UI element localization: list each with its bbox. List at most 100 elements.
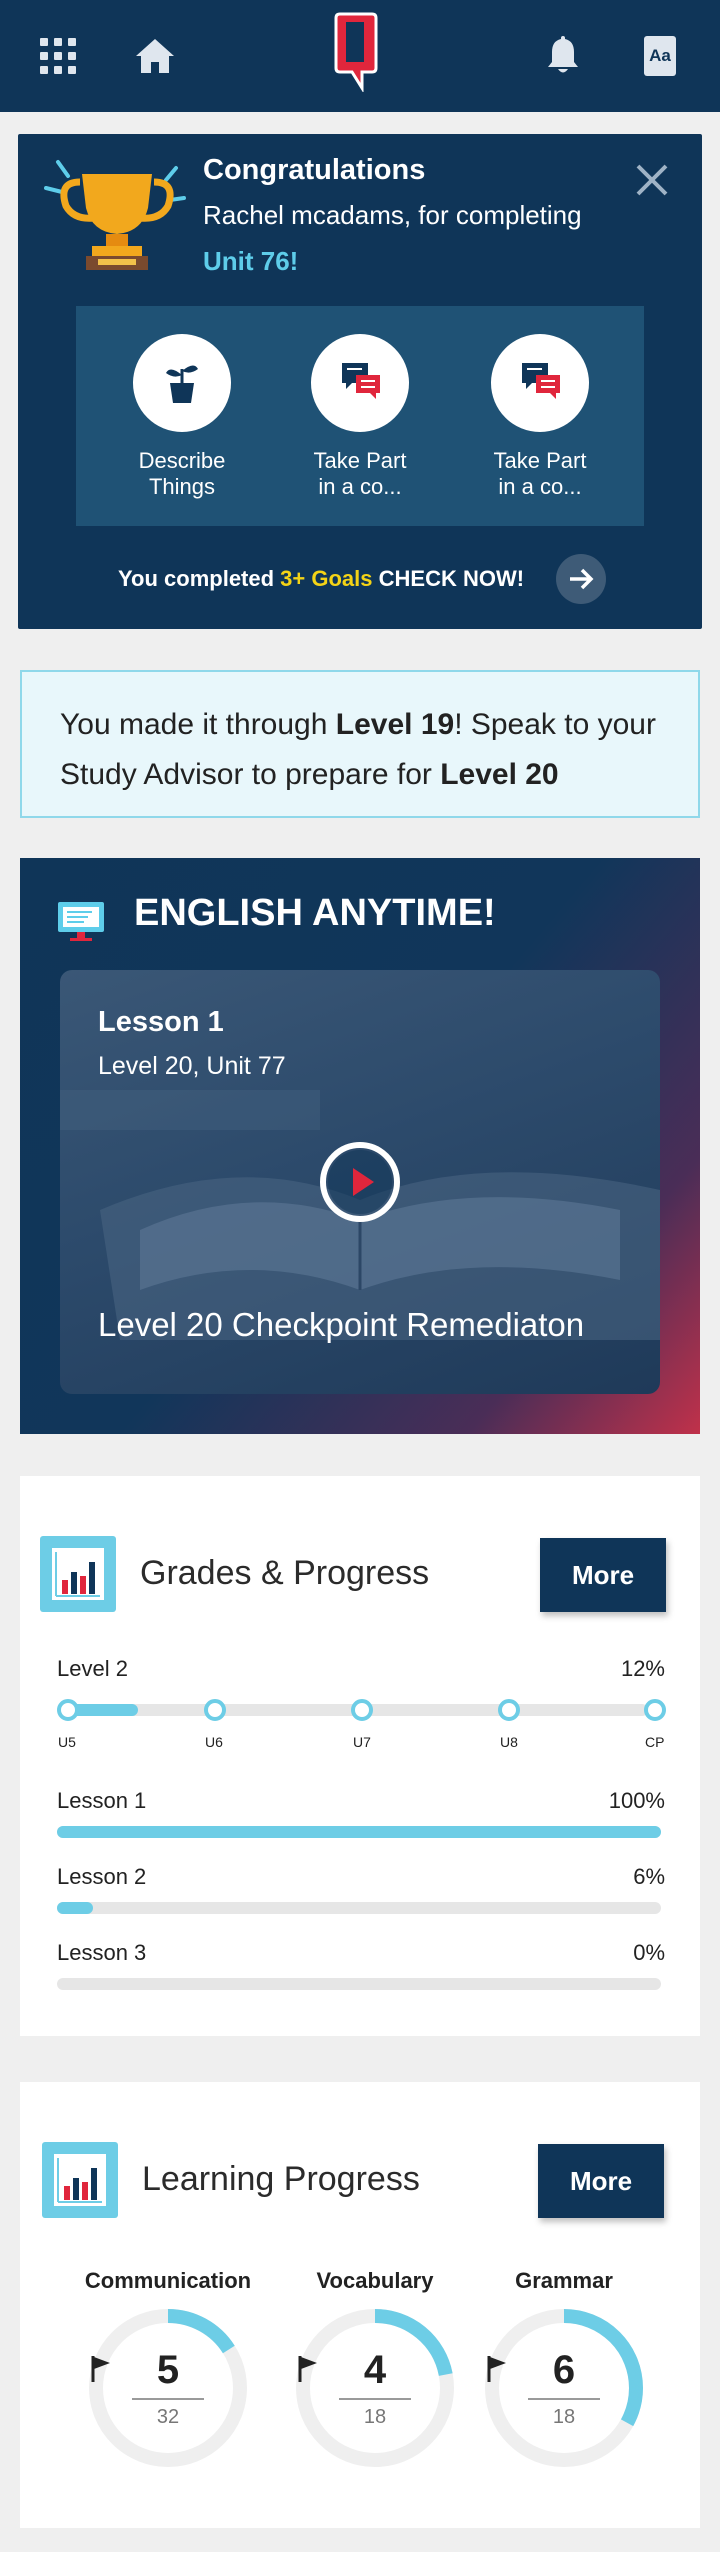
- ring-divider: [528, 2398, 600, 2400]
- flag-icon: [298, 2356, 317, 2382]
- top-navigation-bar: Aa: [0, 0, 720, 112]
- lesson-progress-bar: [57, 1826, 661, 1838]
- goal-icon-circle: [311, 334, 409, 432]
- skill-value: 4: [295, 2348, 455, 2393]
- bar-chart-icon: [42, 2142, 118, 2218]
- lesson-progress-bar: [57, 1902, 661, 1914]
- lesson-percent: 0%: [633, 1940, 665, 1965]
- bar-chart-icon: [40, 1536, 116, 1612]
- lesson-label: Lesson 3: [57, 1940, 147, 1965]
- lesson-label: Lesson 2: [57, 1864, 147, 1889]
- unit-label: U8: [500, 1734, 518, 1750]
- chat-icon: [522, 363, 560, 399]
- skill-communication[interactable]: Communication 5 32: [78, 2268, 258, 2468]
- skill-vocabulary[interactable]: Vocabulary 4 18: [285, 2268, 465, 2468]
- flag-icon: [91, 2356, 110, 2382]
- lesson-progress-fill: [57, 1826, 661, 1838]
- lesson-title: Lesson 1: [98, 1006, 224, 1038]
- grades-progress-card: Grades & Progress More Level 2 12% U5 U6…: [20, 1476, 700, 2036]
- goals-summary-text: You completed 3+ Goals CHECK NOW!: [118, 566, 524, 592]
- level-percent: 12%: [620, 1656, 665, 1681]
- skill-total: 18: [552, 2406, 576, 2428]
- lesson-progress-bar: [57, 1978, 661, 1990]
- chat-icon: [342, 363, 380, 399]
- unit-label: U6: [205, 1734, 223, 1750]
- goal-label-line2: in a co...: [318, 474, 402, 499]
- trophy-icon: [44, 160, 186, 270]
- goal-icon-circle: [491, 334, 589, 432]
- completed-goals-panel: Describe Things Take Part in a co... Tak…: [76, 306, 644, 526]
- skill-value: 6: [484, 2348, 644, 2393]
- goal-label-line1: Take Part: [313, 448, 407, 473]
- unit-label: CP: [645, 1734, 665, 1750]
- home-icon[interactable]: [134, 36, 176, 76]
- skill-value: 5: [88, 2348, 248, 2393]
- arrow-right-icon: [570, 568, 594, 590]
- skill-value-number: 4: [363, 2348, 387, 2392]
- lesson-percent: 6%: [633, 1864, 665, 1889]
- skill-total: 32: [156, 2406, 180, 2428]
- lesson-label: Lesson 1: [57, 1788, 147, 1813]
- skill-total: 18: [363, 2406, 387, 2428]
- section-title: ENGLISH ANYTIME!: [134, 892, 496, 934]
- arrow-right-button[interactable]: [556, 554, 606, 604]
- lesson-subtitle: Level 20, Unit 77: [98, 1052, 286, 1080]
- learning-more-button[interactable]: More: [538, 2144, 664, 2218]
- goal-label-line2: in a co...: [498, 474, 582, 499]
- level-text-part1: You made it through: [60, 708, 336, 741]
- congrats-subtitle: Rachel mcadams, for completing: [203, 200, 582, 230]
- goal-label-line1: Describe: [138, 448, 226, 473]
- goals-count: 3+ Goals: [280, 566, 373, 591]
- skill-progress-ring: 5 32: [88, 2308, 248, 2468]
- skill-progress-ring: 6 18: [484, 2308, 644, 2468]
- congrats-title: Congratulations: [203, 154, 426, 186]
- goals-summary-suffix: CHECK NOW!: [372, 566, 525, 591]
- grid-icon[interactable]: [40, 38, 76, 74]
- unit-marker[interactable]: [351, 1699, 373, 1721]
- lesson-video-card[interactable]: Lesson 1 Level 20, Unit 77 Level 20 Chec…: [60, 970, 660, 1394]
- skill-progress-ring: 4 18: [295, 2308, 455, 2468]
- goals-check-link[interactable]: You completed 3+ Goals CHECK NOW!: [18, 554, 702, 604]
- bell-icon[interactable]: [543, 32, 583, 76]
- completed-unit: Unit 76!: [203, 246, 299, 276]
- speech-bubble-logo[interactable]: [332, 10, 380, 92]
- goal-item[interactable]: Take Part in a co...: [290, 334, 430, 500]
- learning-progress-card: Learning Progress More Communication 5 3…: [20, 2082, 700, 2528]
- play-icon[interactable]: [318, 1140, 402, 1224]
- unit-marker[interactable]: [498, 1699, 520, 1721]
- monitor-icon: [58, 902, 104, 941]
- flag-icon: [487, 2356, 506, 2382]
- goal-icon-circle: [133, 334, 231, 432]
- ring-divider: [339, 2398, 411, 2400]
- unit-marker[interactable]: [644, 1699, 666, 1721]
- goal-item[interactable]: Take Part in a co...: [470, 334, 610, 500]
- lesson-percent: 100%: [608, 1788, 665, 1813]
- unit-label: U7: [353, 1734, 371, 1750]
- learning-title: Learning Progress: [142, 2160, 420, 2198]
- goal-item[interactable]: Describe Things: [112, 334, 252, 500]
- skill-name: Grammar: [515, 2268, 613, 2293]
- ring-divider: [132, 2398, 204, 2400]
- goal-label-line1: Take Part: [493, 448, 587, 473]
- grades-more-button[interactable]: More: [540, 1538, 666, 1612]
- goal-label-line2: Things: [148, 474, 216, 499]
- video-caption: Level 20 Checkpoint Remediaton: [98, 1306, 585, 1343]
- level-advice-banner: You made it through Level 19! Speak to y…: [20, 670, 700, 818]
- skill-grammar[interactable]: Grammar 6 18: [474, 2268, 654, 2468]
- grades-title: Grades & Progress: [140, 1554, 430, 1592]
- skill-name: Vocabulary: [316, 2268, 434, 2293]
- skill-name: Communication: [84, 2268, 252, 2293]
- level-label: Level 2: [57, 1656, 128, 1681]
- unit-marker[interactable]: [57, 1699, 79, 1721]
- skill-value-number: 5: [156, 2348, 180, 2392]
- level-advice-text: You made it through Level 19! Speak to y…: [60, 700, 680, 800]
- close-icon[interactable]: [632, 160, 672, 200]
- level-completed: Level 19: [335, 708, 455, 741]
- unit-label: U5: [58, 1734, 76, 1750]
- english-anytime-section: ENGLISH ANYTIME! Lesson 1 Level 20, Unit…: [20, 858, 700, 1434]
- congratulations-card: Congratulations Rachel mcadams, for comp…: [18, 134, 702, 629]
- goals-summary-prefix: You completed: [118, 566, 281, 591]
- font-size-button[interactable]: Aa: [644, 36, 676, 76]
- skill-value-number: 6: [552, 2348, 576, 2392]
- unit-marker[interactable]: [204, 1699, 226, 1721]
